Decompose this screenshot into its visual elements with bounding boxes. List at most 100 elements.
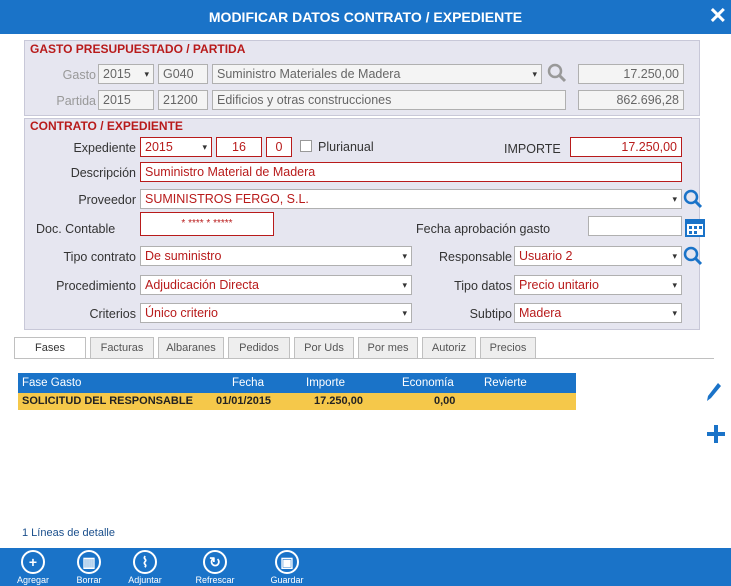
- gasto-amount: 17.250,00: [578, 64, 684, 84]
- contrato-section-title: CONTRATO / EXPEDIENTE: [30, 119, 183, 133]
- tipo-datos-value: Precio unitario: [519, 278, 599, 292]
- partida-year-field[interactable]: 2015: [98, 90, 154, 110]
- expediente-year-select[interactable]: 2015 ▾: [140, 137, 212, 157]
- paperclip-icon: ⌇: [133, 550, 157, 574]
- chevron-down-icon: ▾: [672, 251, 677, 261]
- tab-por-mes[interactable]: Por mes: [358, 337, 418, 359]
- cell-fecha: 01/01/2015: [216, 395, 272, 407]
- col-header[interactable]: Importe: [306, 373, 345, 393]
- tipo-contrato-value: De suministro: [145, 249, 222, 263]
- proveedor-select[interactable]: SUMINISTROS FERGO, S.L. ▾: [140, 189, 682, 209]
- adjuntar-button[interactable]: ⌇ Adjuntar: [120, 550, 170, 585]
- expediente-year-value: 2015: [145, 140, 173, 154]
- tab-por-uds[interactable]: Por Uds: [294, 337, 354, 359]
- adjuntar-label: Adjuntar: [128, 575, 162, 585]
- cell-importe: 17.250,00: [314, 395, 363, 407]
- guardar-label: Guardar: [270, 575, 304, 585]
- tab-precios[interactable]: Precios: [480, 337, 536, 359]
- gasto-code-field[interactable]: G040: [158, 64, 208, 84]
- responsable-select[interactable]: Usuario 2 ▾: [514, 246, 682, 266]
- guardar-button[interactable]: ▣ Guardar: [262, 550, 312, 585]
- partida-amount: 862.696,28: [578, 90, 684, 110]
- chevron-down-icon: ▾: [672, 194, 677, 204]
- procedimiento-value: Adjudicación Directa: [145, 278, 259, 292]
- partida-label: Partida: [56, 94, 96, 108]
- tipo-datos-label: Tipo datos: [454, 279, 512, 293]
- tipo-contrato-label: Tipo contrato: [63, 250, 137, 264]
- gasto-desc-select[interactable]: Suministro Materiales de Madera ▾: [212, 64, 542, 84]
- proveedor-value: SUMINISTROS FERGO, S.L.: [145, 192, 309, 206]
- gasto-year-value: 2015: [103, 67, 131, 81]
- responsable-value: Usuario 2: [519, 249, 573, 263]
- chevron-down-icon: ▾: [532, 69, 537, 79]
- expediente-number-field[interactable]: 16: [216, 137, 262, 157]
- calendar-icon[interactable]: [684, 216, 706, 238]
- save-icon: ▣: [275, 550, 299, 574]
- chevron-down-icon: ▾: [672, 280, 677, 290]
- gasto-desc-value: Suministro Materiales de Madera: [217, 67, 401, 81]
- fecha-aprobacion-field[interactable]: [588, 216, 682, 236]
- edit-icon[interactable]: [706, 382, 722, 402]
- borrar-label: Borrar: [76, 575, 102, 585]
- cell-fase: SOLICITUD DEL RESPONSABLE: [22, 395, 193, 407]
- table-row[interactable]: SOLICITUD DEL RESPONSABLE 01/01/2015 17.…: [18, 393, 576, 410]
- agregar-button[interactable]: + Agregar: [8, 550, 58, 585]
- refrescar-label: Refrescar: [195, 575, 235, 585]
- tab-divider: [14, 358, 714, 359]
- col-header[interactable]: Fase Gasto: [22, 373, 81, 393]
- bottom-toolbar: + Agregar ▥ Borrar ⌇ Adjuntar ↻ Refresca…: [0, 548, 731, 586]
- search-responsable-icon[interactable]: [682, 245, 704, 267]
- subtipo-label: Subtipo: [469, 307, 512, 321]
- tab-fases[interactable]: Fases: [14, 337, 86, 359]
- plus-icon: +: [21, 550, 45, 574]
- partida-code-field[interactable]: 21200: [158, 90, 208, 110]
- detail-count: 1 Líneas de detalle: [22, 527, 115, 539]
- expediente-label: Expediente: [73, 141, 136, 155]
- importe-field[interactable]: 17.250,00: [570, 137, 682, 157]
- col-header[interactable]: Economía: [402, 373, 454, 393]
- responsable-label: Responsable: [439, 250, 512, 264]
- chevron-down-icon: ▾: [672, 308, 677, 318]
- descripcion-label: Descripción: [70, 166, 136, 180]
- tab-autoriz[interactable]: Autoriz: [422, 337, 476, 359]
- tab-facturas[interactable]: Facturas: [90, 337, 154, 359]
- search-proveedor-icon[interactable]: [682, 188, 704, 210]
- chevron-down-icon: ▾: [402, 251, 407, 261]
- close-icon[interactable]: ✕: [709, 4, 727, 28]
- doc-contable-label: Doc. Contable: [36, 222, 116, 236]
- descripcion-field[interactable]: Suministro Material de Madera: [140, 162, 682, 182]
- col-header[interactable]: Revierte: [484, 373, 527, 393]
- window-title: MODIFICAR DATOS CONTRATO / EXPEDIENTE: [0, 0, 731, 34]
- cell-economia: 0,00: [434, 395, 456, 407]
- procedimiento-label: Procedimiento: [56, 279, 136, 293]
- refresh-icon: ↻: [203, 550, 227, 574]
- search-icon[interactable]: [546, 62, 568, 84]
- chevron-down-icon: ▾: [402, 280, 407, 290]
- tipo-contrato-select[interactable]: De suministro ▾: [140, 246, 412, 266]
- criterios-select[interactable]: Único criterio ▾: [140, 303, 412, 323]
- plurianual-label: Plurianual: [318, 140, 374, 154]
- gasto-year-select[interactable]: 2015 ▾: [98, 64, 154, 84]
- criterios-value: Único criterio: [145, 306, 218, 320]
- partida-desc-field[interactable]: Edificios y otras construcciones: [212, 90, 566, 110]
- doc-contable-field[interactable]: * **** * *****: [140, 212, 274, 236]
- refrescar-button[interactable]: ↻ Refrescar: [190, 550, 240, 585]
- grid-header: Fase Gasto Fecha Importe Economía Revier…: [18, 373, 576, 393]
- chevron-down-icon: ▾: [402, 308, 407, 318]
- subtipo-select[interactable]: Madera ▾: [514, 303, 682, 323]
- borrar-button[interactable]: ▥ Borrar: [64, 550, 114, 585]
- tab-pedidos[interactable]: Pedidos: [228, 337, 290, 359]
- tipo-datos-select[interactable]: Precio unitario ▾: [514, 275, 682, 295]
- tab-albaranes[interactable]: Albaranes: [158, 337, 224, 359]
- gasto-section-title: GASTO PRESUPUESTADO / PARTIDA: [30, 42, 246, 56]
- plurianual-checkbox[interactable]: [300, 140, 312, 152]
- chevron-down-icon: ▾: [144, 69, 149, 79]
- procedimiento-select[interactable]: Adjudicación Directa ▾: [140, 275, 412, 295]
- expediente-sub-field[interactable]: 0: [266, 137, 292, 157]
- col-header[interactable]: Fecha: [232, 373, 264, 393]
- add-icon[interactable]: [706, 424, 726, 444]
- trash-icon: ▥: [77, 550, 101, 574]
- criterios-label: Criterios: [89, 307, 136, 321]
- gasto-label: Gasto: [62, 68, 96, 82]
- chevron-down-icon: ▾: [202, 142, 207, 152]
